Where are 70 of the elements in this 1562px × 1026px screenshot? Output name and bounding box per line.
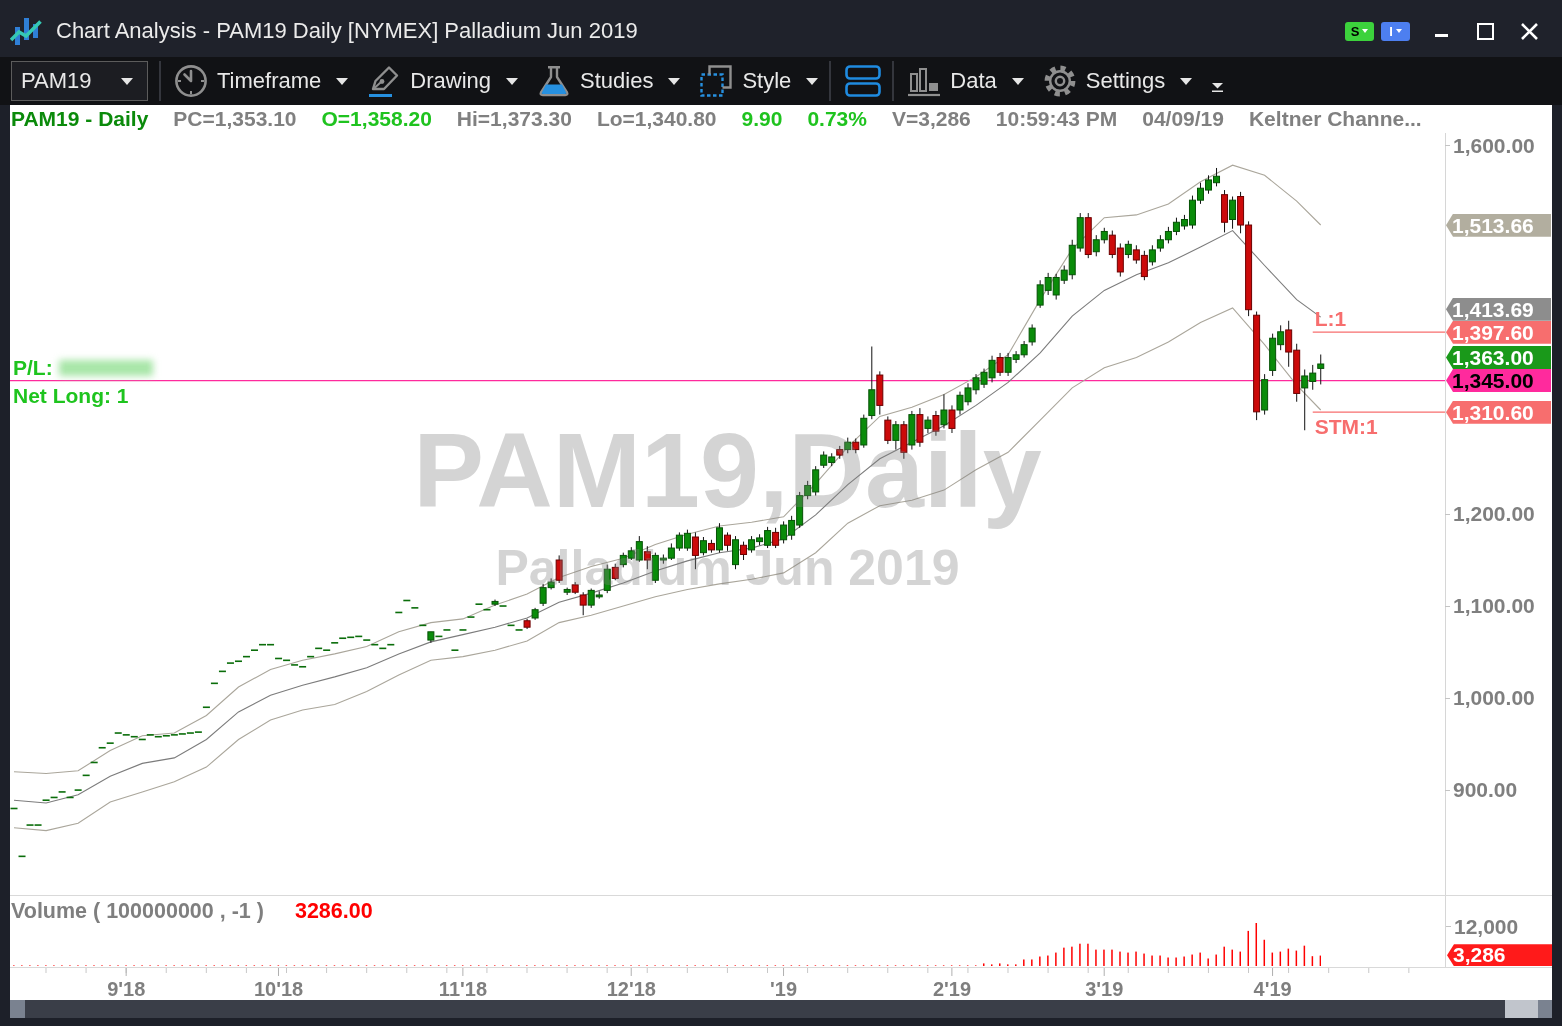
caret-icon <box>1180 77 1193 85</box>
dropdown-button[interactable]: S <box>1345 21 1374 41</box>
symbol-label: PAM19 - Daily <box>11 107 149 131</box>
quote-value: 04/09/19 <box>1142 107 1224 131</box>
caret-icon <box>1212 82 1224 92</box>
settings-icon <box>1043 65 1076 97</box>
time-axis-label: 3'19 <box>1085 978 1124 1000</box>
stacked-panels-icon <box>845 65 882 97</box>
price-tag: 3,286 <box>1447 944 1552 967</box>
price-tag: 1,310.60 <box>1446 400 1551 424</box>
axis-label: 1,600.00 <box>1453 133 1535 158</box>
pen-icon <box>368 65 401 97</box>
time-axis-label: 10'18 <box>253 978 304 1000</box>
menu-button[interactable]: Style <box>700 65 819 97</box>
chart-logo-icon <box>10 16 42 46</box>
price-tag: 1,345.00 <box>1446 369 1551 393</box>
maximize-icon <box>1476 22 1494 40</box>
squares-icon <box>700 65 733 97</box>
scroll-thumb[interactable] <box>1505 1000 1538 1018</box>
symbol-dropdown[interactable]: PAM19 <box>11 61 148 101</box>
menu-button[interactable]: Studies <box>538 65 681 97</box>
dropdown-button[interactable]: I <box>1381 21 1410 41</box>
axis-label: 1,000.00 <box>1453 686 1535 711</box>
menu-button[interactable]: Timeframe <box>175 65 349 97</box>
axis-label: 1,200.00 <box>1453 502 1535 526</box>
time-axis-label: 9'18 <box>107 978 146 1000</box>
bar-chart-icon <box>908 65 941 97</box>
time-axis-label: 11'18 <box>438 978 487 1000</box>
menu-button[interactable]: Drawing <box>368 65 518 97</box>
quote-value: 0.73% <box>807 107 867 131</box>
minimize-icon <box>1434 33 1448 37</box>
quote-value: Keltner Channe... <box>1248 107 1422 131</box>
quote-value: Lo=1,340.80 <box>596 107 717 131</box>
caret-icon <box>1395 29 1402 33</box>
time-axis-label: '19 <box>770 978 798 1000</box>
volume-label: Volume ( 100000000 , -1 ) <box>11 899 264 924</box>
quote-value: 10:59:43 PM <box>995 107 1118 131</box>
scroll-handle[interactable] <box>1538 1000 1552 1018</box>
quote-value: 9.90 <box>741 107 783 131</box>
price-tag: 1,397.60 <box>1446 320 1551 344</box>
axis-label: 900.00 <box>1453 778 1518 803</box>
scrollbar[interactable] <box>10 1000 1552 1018</box>
caret-icon <box>806 77 819 85</box>
window-title: Chart Analysis - PAM19 Daily [NYMEX] Palladium Jun 2019 <box>56 18 638 44</box>
menu-button[interactable]: Data <box>908 65 1024 97</box>
quote-value: Hi=1,373.30 <box>456 107 572 131</box>
caret-icon <box>1011 77 1024 85</box>
time-axis-label: 2'19 <box>932 978 972 1000</box>
quote-value: PC=1,353.10 <box>173 107 297 131</box>
price-tag: 1,513.66 <box>1446 213 1551 237</box>
axis-label: 12,000 <box>1454 914 1519 939</box>
clock-icon <box>175 65 207 97</box>
caret-icon <box>336 77 349 85</box>
time-axis-label: 12'18 <box>606 978 656 1000</box>
quote-value: O=1,358.20 <box>321 107 432 131</box>
caret-icon <box>1362 29 1369 33</box>
quote-value: V=3,286 <box>891 107 971 131</box>
volume-reading: 3286.00 <box>294 899 373 924</box>
price-tag: 1,413.69 <box>1446 297 1551 321</box>
caret-icon <box>506 77 518 85</box>
menu-button[interactable]: Settings <box>1043 65 1193 97</box>
price-tag: 1,363.00 <box>1446 346 1551 370</box>
close-icon <box>1520 22 1538 40</box>
caret-icon <box>121 77 133 85</box>
time-axis-label: 4'19 <box>1253 978 1292 1000</box>
scroll-handle[interactable] <box>10 1000 25 1018</box>
caret-icon <box>668 77 681 85</box>
layout-button[interactable] <box>845 65 882 97</box>
axis-label: 1,100.00 <box>1453 594 1535 618</box>
flask-icon <box>538 65 570 97</box>
